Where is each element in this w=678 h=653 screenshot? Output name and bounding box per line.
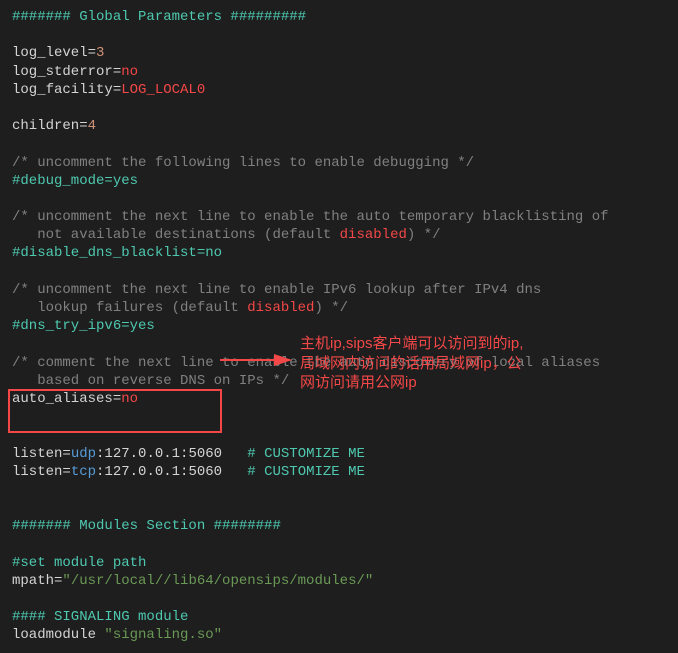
- code-line: children=4: [12, 117, 666, 135]
- comment: /* uncomment the following lines to enab…: [12, 155, 474, 171]
- config-key: children=: [12, 118, 88, 134]
- section-header: #### SIGNALING module: [12, 609, 188, 625]
- config-value: no: [121, 64, 138, 80]
- code-line: [12, 535, 666, 553]
- config-key: auto_aliases=: [12, 391, 121, 407]
- code-line: mpath="/usr/local//lib64/opensips/module…: [12, 572, 666, 590]
- code-line: [12, 499, 666, 517]
- section-header: ####### Global Parameters #########: [12, 9, 306, 25]
- code-line: based on reverse DNS on IPs */: [12, 372, 666, 390]
- code-line: /* uncomment the following lines to enab…: [12, 154, 666, 172]
- inline-comment: # CUSTOMIZE ME: [247, 446, 365, 462]
- code-line: /* comment the next line to enable the a…: [12, 354, 666, 372]
- code-line: #debug_mode=yes: [12, 172, 666, 190]
- code-line: [12, 426, 666, 444]
- config-key: log_level=: [12, 45, 96, 61]
- code-line: [12, 408, 666, 426]
- code-line: [12, 335, 666, 353]
- inline-comment: # CUSTOMIZE ME: [247, 464, 365, 480]
- code-line: #disable_dns_blacklist=no: [12, 244, 666, 262]
- code-line: /* uncomment the next line to enable the…: [12, 208, 666, 226]
- code-line: [12, 190, 666, 208]
- comment: lookup failures (default: [12, 300, 247, 316]
- code-line: loadmodule "signaling.so": [12, 626, 666, 644]
- code-line: /* uncomment the next line to enable IPv…: [12, 281, 666, 299]
- code-line: log_stderror=no: [12, 63, 666, 81]
- config-value: 3: [96, 45, 104, 61]
- config-value: 4: [88, 118, 96, 134]
- section-header: ####### Modules Section ########: [12, 518, 281, 534]
- code-line: ####### Global Parameters #########: [12, 8, 666, 26]
- string-value: "signaling.so": [104, 627, 222, 643]
- code-line: [12, 263, 666, 281]
- keyword: disabled: [340, 227, 407, 243]
- keyword: disabled: [247, 300, 314, 316]
- code-line: listen=tcp:127.0.0.1:5060 # CUSTOMIZE ME: [12, 463, 666, 481]
- config-key: listen=: [12, 446, 71, 462]
- comment: /* uncomment the next line to enable the…: [12, 209, 617, 225]
- comment: ) */: [407, 227, 441, 243]
- code-line: [12, 26, 666, 44]
- code-line: [12, 99, 666, 117]
- protocol: tcp: [71, 464, 96, 480]
- config-key: log_facility=: [12, 82, 121, 98]
- directive: loadmodule: [12, 627, 104, 643]
- code-line: auto_aliases=no: [12, 390, 666, 408]
- code-editor-pane[interactable]: ####### Global Parameters ######### log_…: [0, 0, 678, 653]
- address: :127.0.0.1:5060: [96, 464, 222, 480]
- comment: /* comment the next line to enable the a…: [12, 355, 600, 371]
- code-line: #dns_try_ipv6=yes: [12, 317, 666, 335]
- comment: ) */: [314, 300, 348, 316]
- config-key: mpath=: [12, 573, 62, 589]
- code-line: #### SIGNALING module: [12, 608, 666, 626]
- config-value: no: [121, 391, 138, 407]
- comment: not available destinations (default: [12, 227, 340, 243]
- code-line: [12, 481, 666, 499]
- comment: based on reverse DNS on IPs */: [12, 373, 289, 389]
- disabled-directive: #disable_dns_blacklist=no: [12, 245, 222, 261]
- code-line: listen=udp:127.0.0.1:5060 # CUSTOMIZE ME: [12, 445, 666, 463]
- config-value: LOG_LOCAL0: [121, 82, 205, 98]
- code-line: [12, 590, 666, 608]
- config-key: log_stderror=: [12, 64, 121, 80]
- code-line: not available destinations (default disa…: [12, 226, 666, 244]
- disabled-directive: #debug_mode=yes: [12, 173, 138, 189]
- code-line: #set module path: [12, 554, 666, 572]
- comment: /* uncomment the next line to enable IPv…: [12, 282, 550, 298]
- config-key: listen=: [12, 464, 71, 480]
- comment: #set module path: [12, 555, 146, 571]
- code-line: lookup failures (default disabled) */: [12, 299, 666, 317]
- code-line: log_facility=LOG_LOCAL0: [12, 81, 666, 99]
- protocol: udp: [71, 446, 96, 462]
- address: :127.0.0.1:5060: [96, 446, 222, 462]
- code-line: ####### Modules Section ########: [12, 517, 666, 535]
- code-line: [12, 135, 666, 153]
- disabled-directive: #dns_try_ipv6=yes: [12, 318, 155, 334]
- string-value: "/usr/local//lib64/opensips/modules/": [62, 573, 373, 589]
- code-line: log_level=3: [12, 44, 666, 62]
